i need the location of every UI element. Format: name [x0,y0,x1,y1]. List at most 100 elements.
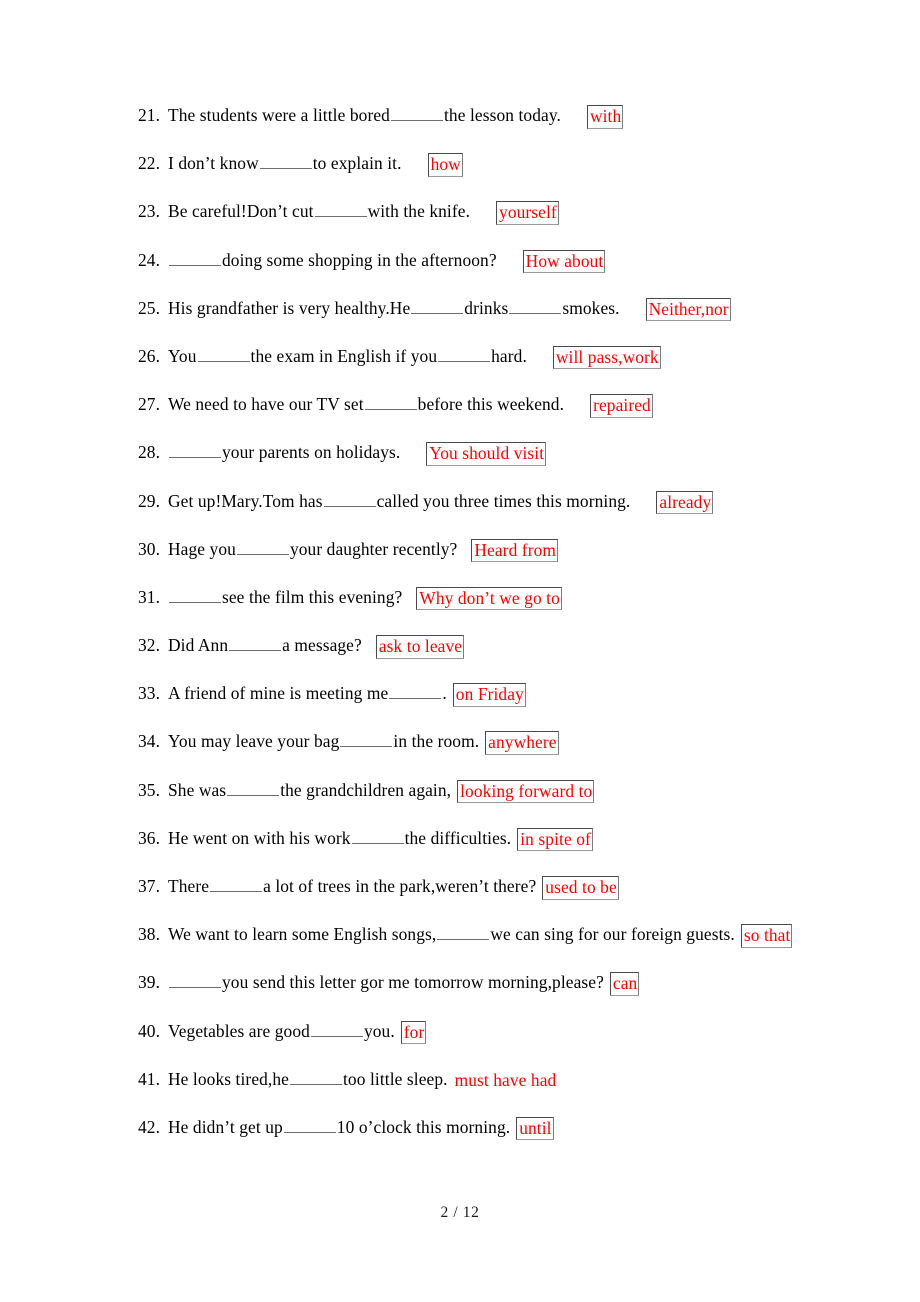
sentence-before-blank: Hage you [168,538,236,559]
sentence-before-blank: There [168,876,210,896]
sentence-before-blank: We want to learn some English songs, [168,924,437,945]
sentence-after-blank: a lot of trees in the park,weren’t there… [263,876,537,896]
answer-boxed[interactable]: used to be [542,876,619,900]
exercise-item: 28. your parents on holidays. You should … [138,441,860,489]
answer-blank[interactable] [169,249,221,266]
answer-plain[interactable]: must have had [454,1070,558,1092]
answer-blank[interactable] [290,1068,342,1085]
answer-blank[interactable] [169,441,221,459]
answer-blank[interactable] [169,971,221,989]
exercise-item: 39. you send this letter gor me tomorrow… [138,971,860,1019]
answer-boxed[interactable]: ask to leave [375,635,465,659]
exercise-item: 22. I don’t know to explain it. how [138,152,860,200]
answer-boxed[interactable]: so that [740,924,793,948]
answer-blank[interactable] [323,490,376,507]
exercise-item: 37. There a lot of trees in the park,were… [138,875,860,923]
exercise-sentence: your parents on holidays. You should visi… [168,441,547,466]
sentence-before-blank: Get up!Mary.Tom has [168,490,323,511]
answer-boxed[interactable]: on Friday [452,683,526,707]
exercise-number: 29. [138,490,161,511]
sentence-before-blank: His grandfather is very healthy.He [168,297,411,318]
exercise-number: 30. [138,538,161,559]
answer-blank[interactable] [229,634,282,652]
sentence-after-blank: with the knife. [367,201,471,222]
answer-blank[interactable] [310,1020,363,1037]
sentence-before-blank: The students were a little bored [168,105,390,125]
answer-blank[interactable] [210,875,263,892]
exercise-number: 36. [138,827,161,848]
sentence-after-blank: see the film this evening? [222,586,403,607]
answer-blank[interactable] [411,297,464,314]
answer-boxed[interactable]: until [516,1116,554,1141]
answer-blank-second[interactable] [438,345,491,362]
answer-blank[interactable] [389,682,442,700]
answer-boxed[interactable]: in spite of [517,827,593,852]
exercise-number: 35. [138,779,161,800]
exercise-sentence: Hage you your daughter recently? Heard fr… [168,538,559,563]
answer-blank[interactable] [169,586,221,603]
exercise-sentence: There a lot of trees in the park,weren’t… [168,875,619,900]
exercise-number: 39. [138,972,161,993]
answer-boxed[interactable]: already [656,490,714,515]
sentence-after-blank: . [442,683,447,704]
answer-blank-second[interactable] [509,297,562,314]
answer-boxed[interactable]: with [586,105,624,129]
answer-boxed[interactable]: You should visit [426,442,547,466]
answer-blank[interactable] [259,152,312,170]
answer-blank[interactable] [197,345,250,362]
exercise-sentence: We need to have our TV set before this w… [168,393,653,418]
exercise-sentence: He didn’t get up 10 o’clock this morning… [168,1116,554,1141]
answer-boxed[interactable]: Neither,nor [645,297,731,322]
sentence-before-blank: He went on with his work [168,827,351,848]
exercise-sentence: He looks tired,he too little sleep. must … [168,1068,557,1091]
exercise-number: 38. [138,924,161,945]
exercise-sentence: A friend of mine is meeting me . on Frida… [168,682,526,707]
answer-boxed[interactable]: repaired [590,394,653,418]
answer-blank[interactable] [340,730,393,748]
exercise-sentence: Get up!Mary.Tom has called you three tim… [168,490,714,515]
exercise-item: 35. She was the grandchildren again, looki… [138,779,860,827]
page-footer: 2 / 12 [440,1204,480,1221]
answer-boxed[interactable]: How about [522,249,606,274]
answer-blank[interactable] [437,923,490,941]
answer-blank[interactable] [364,393,417,411]
exercise-number: 33. [138,683,161,704]
answer-boxed[interactable]: can [609,972,640,996]
answer-blank[interactable] [351,827,404,844]
answer-blank[interactable] [236,538,289,555]
exercise-sentence: We want to learn some English songs, we … [168,923,793,948]
answer-boxed[interactable]: Why don’t we go to [416,586,562,611]
answer-blank[interactable] [227,779,280,796]
exercise-sentence: see the film this evening? Why don’t we g… [168,586,562,611]
answer-boxed[interactable]: yourself [496,201,559,225]
exercise-number: 42. [138,1116,161,1137]
exercise-item: 31. see the film this evening? Why don’t … [138,586,860,634]
exercise-list: 21. The students were a little bored the … [138,104,860,1164]
answer-blank[interactable] [283,1116,336,1133]
sentence-middle: the exam in English if you [250,345,438,366]
answer-boxed[interactable]: for [400,1020,427,1045]
answer-boxed[interactable]: looking forward to [457,779,595,804]
sentence-after-blank: you. [363,1020,395,1041]
answer-blank[interactable] [314,200,367,218]
sentence-after-blank: the lesson today. [443,105,561,125]
exercise-sentence: Vegetables are good you. for [168,1020,427,1045]
exercise-sentence: you send this letter gor me tomorrow mor… [168,971,640,996]
answer-boxed[interactable]: Heard from [471,538,559,563]
sentence-after-blank: 10 o’clock this morning. [336,1116,511,1137]
exercise-sentence: You may leave your bag in the room. anywh… [168,730,559,755]
exercise-sentence: The students were a little bored the les… [168,104,624,129]
exercise-item: 40. Vegetables are good you. for [138,1020,860,1068]
answer-boxed[interactable]: will pass,work [552,345,661,370]
answer-blank[interactable] [390,104,443,121]
sentence-before-blank: You [168,345,197,366]
sentence-after-blank: a message? [282,635,362,656]
sentence-before-blank: Did Ann [168,635,229,656]
sentence-after-blank: we can sing for our foreign guests. [490,924,735,945]
answer-boxed[interactable]: anywhere [485,731,559,755]
sentence-after-blank: doing some shopping in the afternoon? [222,249,497,270]
exercise-number: 21. [138,105,161,125]
exercise-sentence: I don’t know to explain it. how [168,152,463,177]
exercise-number: 31. [138,586,161,607]
answer-boxed[interactable]: how [427,153,463,177]
